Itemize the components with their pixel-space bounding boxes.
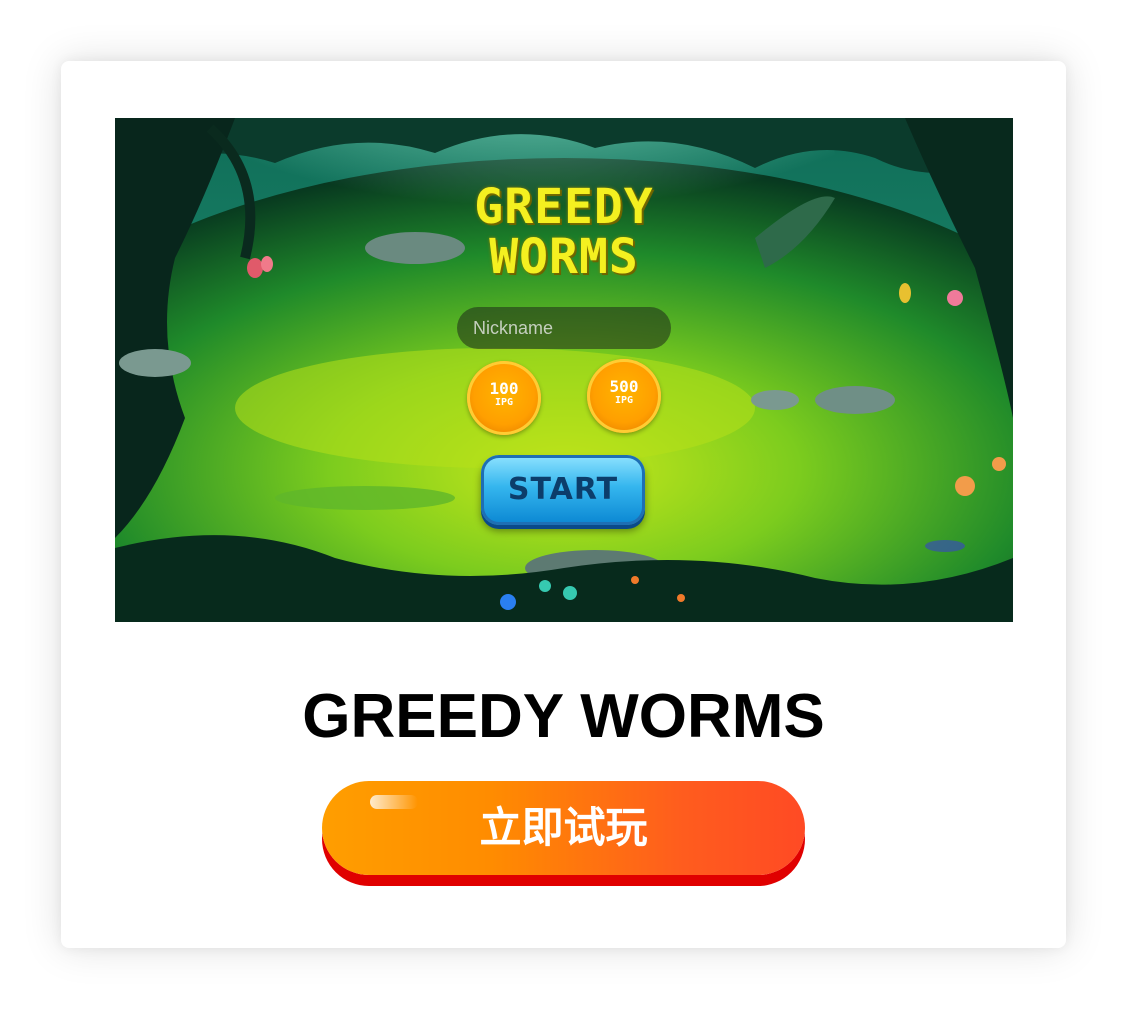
logo-line-2: WORMS [489,229,639,285]
stake-amount: 100 [489,379,519,398]
stake-coin-100[interactable]: 100 IPG [467,361,541,435]
game-card: GREEDY WORMS 100 IPG 500 IPG START GREED… [61,61,1066,948]
nickname-input[interactable] [457,307,671,349]
game-title: GREEDY WORMS [302,682,825,751]
stake-coin-500[interactable]: 500 IPG [587,359,661,433]
button-shine [370,795,418,809]
play-now-button[interactable]: 立即试玩 [322,781,805,875]
stake-currency: IPG [614,395,634,406]
play-now-label: 立即试玩 [479,803,648,852]
game-screenshot[interactable]: GREEDY WORMS 100 IPG 500 IPG START [115,118,1013,622]
logo-line-1: GREEDY [474,179,654,235]
game-logo: GREEDY WORMS [474,182,653,282]
stake-currency: IPG [494,397,514,408]
start-button[interactable]: START [481,455,645,525]
stake-amount: 500 [609,377,639,396]
